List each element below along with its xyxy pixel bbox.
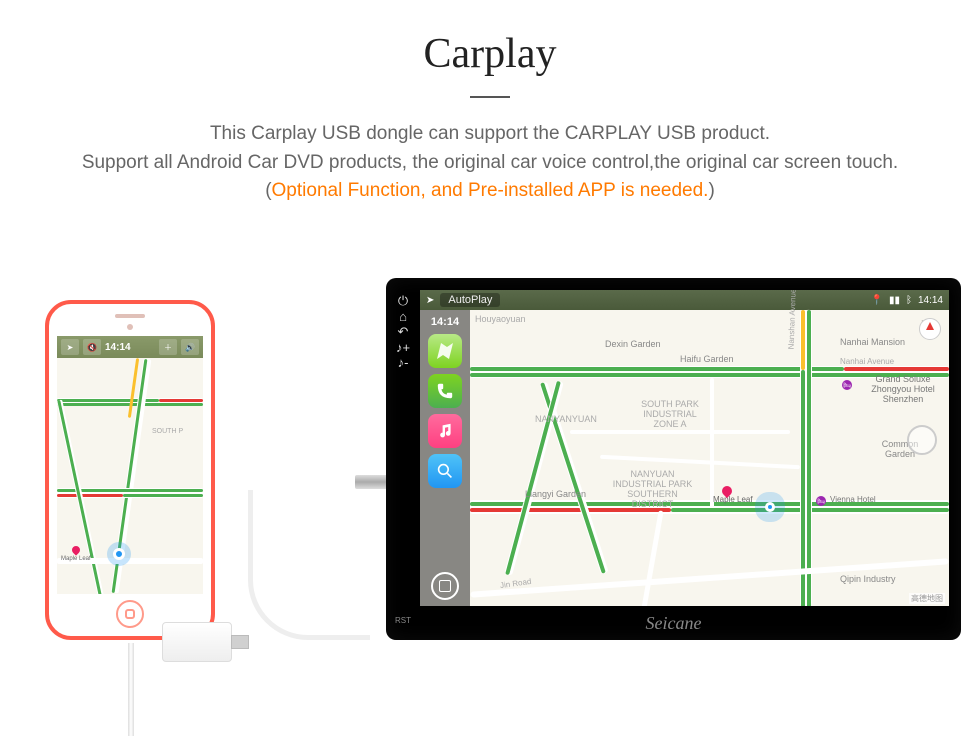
volume-icon[interactable]: 🔊 [181, 339, 199, 355]
map-label-houyuan: Houyaoyuan [475, 315, 526, 325]
brand-label: Seicane [646, 613, 702, 634]
map-label-nanyanyuan: NANYANYUAN [535, 415, 597, 425]
power-button[interactable]: ⏻ [398, 293, 408, 309]
phone-time: 14:14 [105, 342, 131, 353]
current-location-dot [765, 502, 775, 512]
phone-statusbar: ➤ 🔇 14:14 ＋ 🔊 [57, 336, 203, 358]
lightning-cable [128, 643, 134, 736]
hotel-marker-icon[interactable]: 🛏 [842, 380, 852, 390]
hotel-marker-icon[interactable]: 🛏 [816, 496, 826, 506]
description-text: This Carplay USB dongle can support the … [50, 120, 930, 206]
map-label-maple: Maple Leaf [713, 496, 753, 505]
current-location-dot [113, 548, 125, 560]
phone-home-button[interactable] [116, 600, 144, 628]
music-icon [437, 423, 453, 439]
map-label-qipin: Qipin Industry [840, 575, 896, 585]
map-locate-button[interactable] [907, 425, 937, 455]
compass-icon[interactable] [919, 318, 941, 340]
head-unit-time: 14:14 [918, 295, 943, 306]
map-label-nanhai: Nanhai Avenue [840, 358, 894, 367]
nav-icon[interactable]: ➤ [426, 295, 434, 306]
desc-line1: This Carplay USB dongle can support the … [210, 123, 770, 144]
title-divider [470, 96, 510, 98]
add-icon[interactable]: ＋ [159, 339, 177, 355]
phone-icon [436, 382, 454, 400]
usb-cable [248, 490, 370, 640]
phone-map-pin-label: Maple Leaf [61, 556, 91, 562]
head-unit-screen: ➤ AutoPlay 📍 ▮▮ ᛒ 14:14 14:14 [420, 290, 949, 606]
map-label-vienna: Vienna Hotel [830, 496, 876, 505]
map-label-nanshan: Nanshan Avenue [788, 290, 799, 350]
head-unit-statusbar: ➤ AutoPlay 📍 ▮▮ ᛒ 14:14 [420, 290, 949, 310]
app-name-pill[interactable]: AutoPlay [440, 293, 500, 307]
map-label-haifu: Haifu Garden [680, 355, 734, 365]
phone-screen: ➤ 🔇 14:14 ＋ 🔊 SOUTH P Mapl [57, 336, 203, 594]
bluetooth-icon: ᛒ [906, 295, 912, 306]
desc-line2b: ) [708, 180, 714, 201]
carplay-sidebar: 14:14 [420, 310, 470, 606]
home-button[interactable]: ⌂ [399, 309, 407, 324]
map-label-soluxe: Grand Soluxe Zhongyou Hotel Shenzhen [858, 375, 948, 405]
signal-icon: ▮▮ [889, 295, 900, 306]
page-title: Carplay [0, 30, 980, 78]
desc-highlight: Optional Function, and Pre-installed APP… [272, 180, 709, 201]
phone-map-label-area: SOUTH P [152, 428, 183, 435]
head-unit-button-panel: ⏻ ⌂ ↶ ♪+ ♪- RST [386, 293, 420, 625]
carplay-time: 14:14 [431, 316, 459, 328]
mute-icon[interactable]: 🔇 [83, 339, 101, 355]
nav-arrow-icon[interactable]: ➤ [61, 339, 79, 355]
back-button[interactable]: ↶ [398, 324, 409, 340]
phone-map-view[interactable]: SOUTH P Maple Leaf [57, 358, 203, 594]
carplay-music-app[interactable] [428, 414, 462, 448]
map-label-dexin: Dexin Garden [605, 340, 661, 350]
carplay-search-app[interactable] [428, 454, 462, 488]
map-label-south-park: SOUTH PARK INDUSTRIAL ZONE A [630, 400, 710, 430]
head-unit-map-view[interactable]: Houyaoyuan Dexin Garden Haifu Garden Nan… [470, 310, 949, 606]
search-icon [437, 463, 453, 479]
map-credit: 高德地图 [909, 593, 945, 604]
carplay-phone-app[interactable] [428, 374, 462, 408]
phone-map-pin [70, 544, 81, 555]
iphone-device: ➤ 🔇 14:14 ＋ 🔊 SOUTH P Mapl [45, 300, 215, 640]
phone-camera [127, 324, 133, 330]
volume-down-button[interactable]: ♪- [398, 355, 409, 370]
map-label-nanhai-mansion: Nanhai Mansion [840, 338, 905, 348]
map-label-liangyi: Liangyi Garden [525, 490, 586, 500]
usb-port [231, 635, 249, 649]
gps-icon: 📍 [871, 295, 883, 306]
carplay-home-button[interactable] [431, 572, 459, 600]
volume-up-button[interactable]: ♪+ [396, 340, 410, 355]
carplay-maps-app[interactable] [428, 334, 462, 368]
usb-dongle [162, 622, 232, 662]
reset-button[interactable]: RST [395, 616, 411, 625]
phone-speaker [115, 314, 145, 318]
map-label-nanyuan-south: NANYUAN INDUSTRIAL PARK SOUTHERN DISTRIC… [610, 470, 695, 510]
car-head-unit: ⏻ ⌂ ↶ ♪+ ♪- RST ➤ AutoPlay 📍 ▮▮ ᛒ 14:14 … [386, 278, 961, 640]
maps-icon [435, 341, 455, 361]
